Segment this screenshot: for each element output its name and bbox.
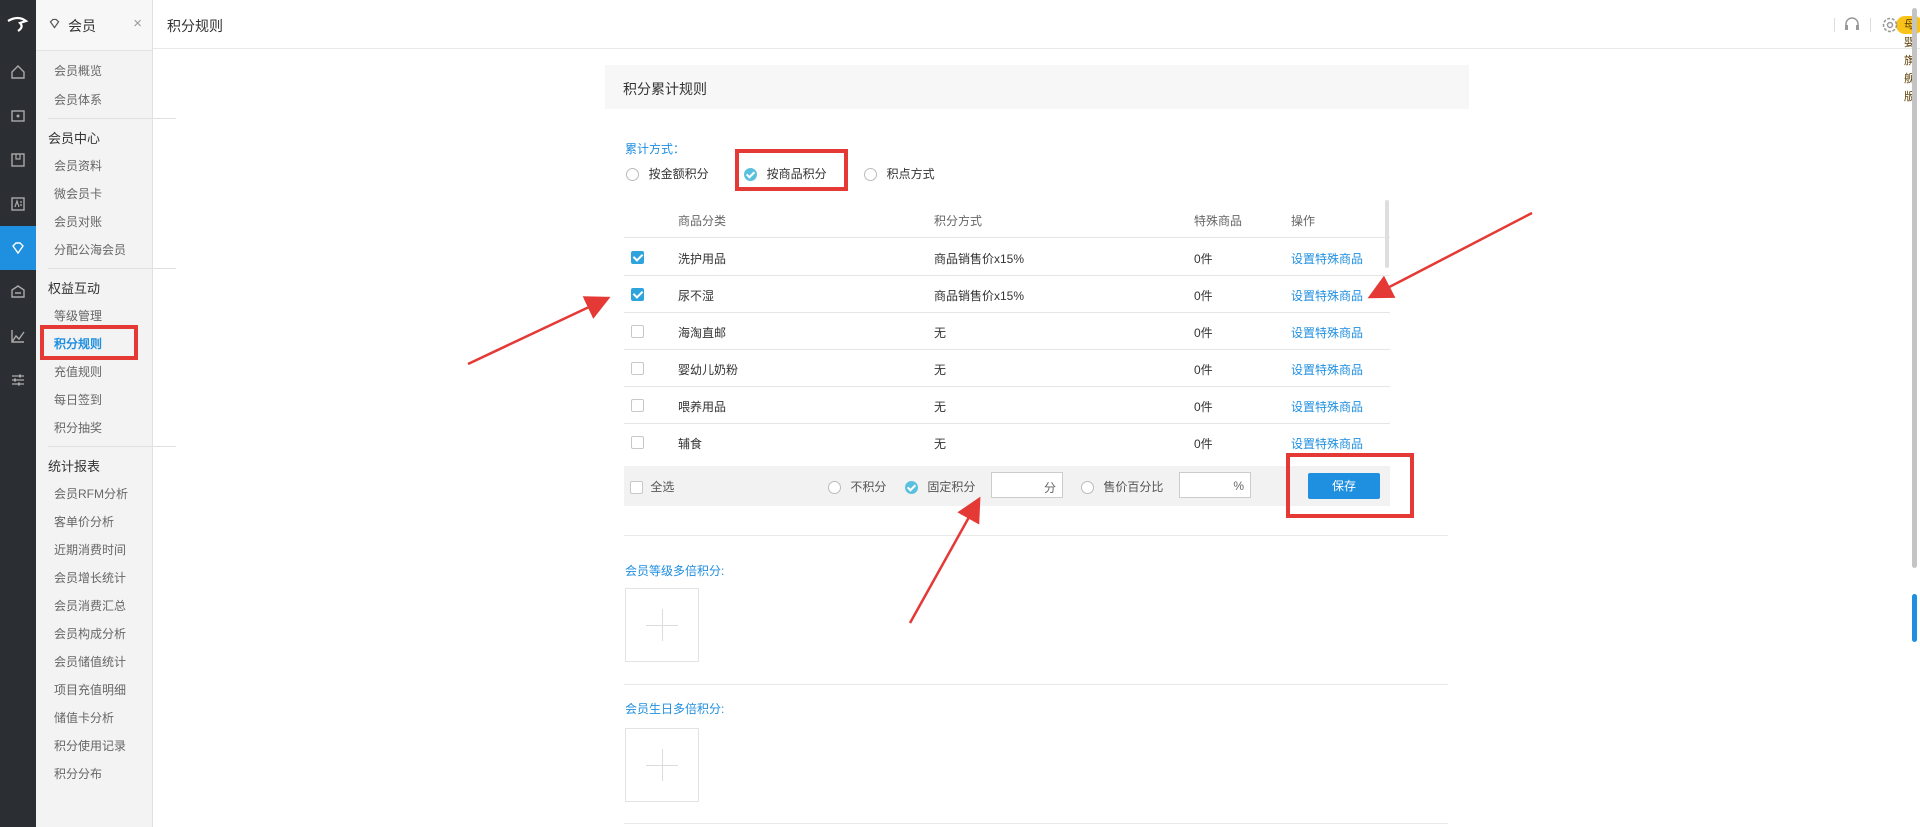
arrow-to-fixed-input xyxy=(908,496,981,624)
scroll-thumb[interactable] xyxy=(1912,594,1917,642)
page-scrollbar[interactable] xyxy=(1912,8,1917,568)
arrow-to-link xyxy=(1367,211,1533,299)
annotation-arrows xyxy=(467,211,1533,624)
arrow-to-checkbox xyxy=(467,296,611,366)
